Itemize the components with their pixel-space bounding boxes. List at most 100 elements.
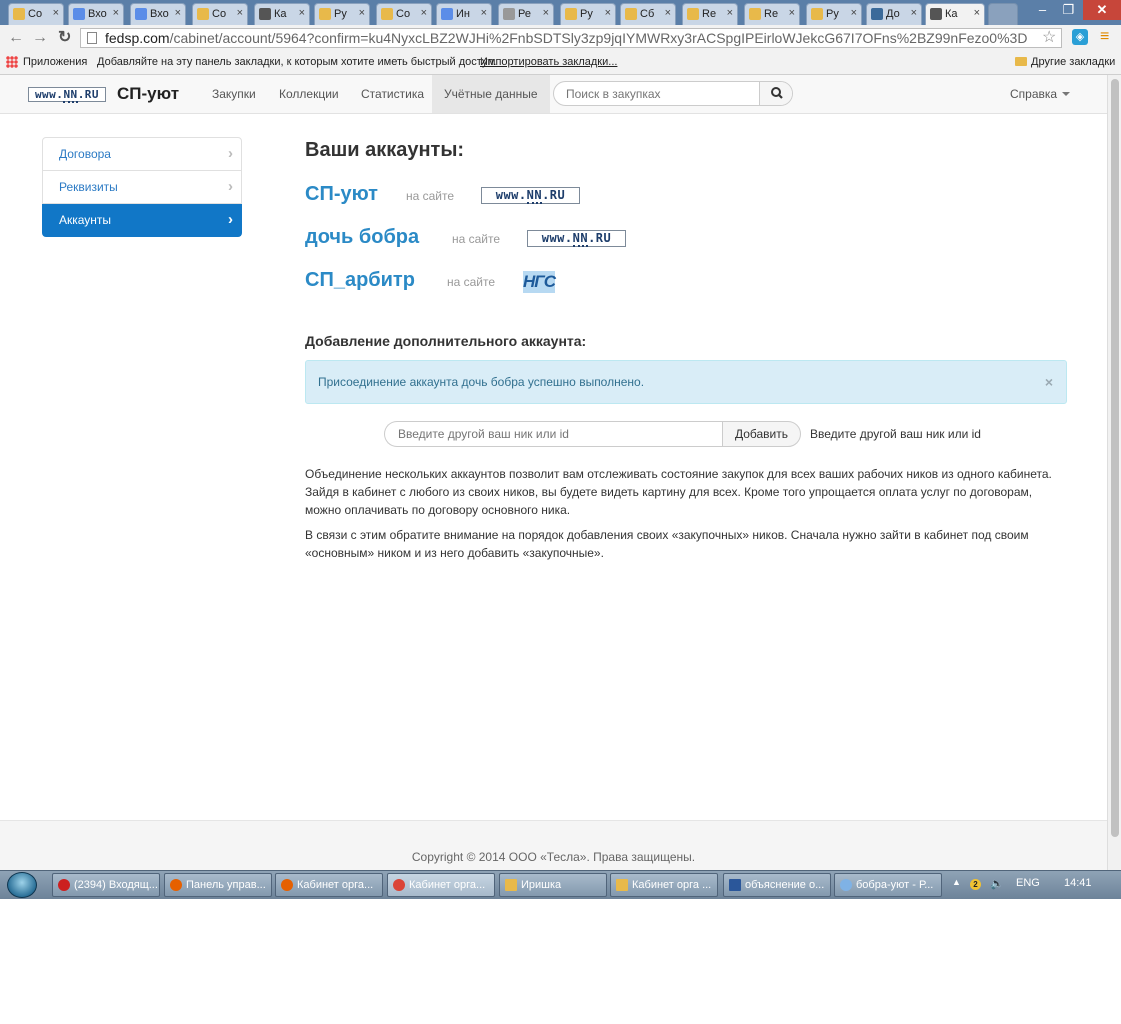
on-site-label: на сайте <box>452 232 501 246</box>
browser-tab[interactable]: Ка × <box>254 3 310 25</box>
nav-collections[interactable]: Коллекции <box>267 75 351 113</box>
taskbar-item-label: (2394) Входящ... <box>74 879 158 891</box>
back-icon[interactable]: ← <box>8 29 24 47</box>
close-tab-icon[interactable]: × <box>53 7 59 19</box>
account-name-link[interactable]: СП-уют <box>305 183 378 206</box>
close-icon[interactable]: × <box>1045 361 1053 403</box>
nav-account-data[interactable]: Учётные данные <box>432 75 550 113</box>
search-input[interactable] <box>554 82 759 105</box>
tray-expand-icon[interactable]: ▲ <box>952 877 961 887</box>
sidebar-item-contracts[interactable]: Договора › <box>42 137 242 171</box>
browser-tab[interactable]: Ре × <box>498 3 554 25</box>
language-indicator[interactable]: ENG <box>1016 877 1040 889</box>
close-tab-icon[interactable]: × <box>911 7 917 19</box>
taskbar-item[interactable]: Панель управ... <box>164 873 272 897</box>
tray-notification[interactable]: 2 <box>970 877 981 890</box>
maximize-button[interactable]: ❐ <box>1056 0 1081 20</box>
url-path: /cabinet/account/5964?confirm=ku4NyxcLBZ… <box>169 30 1028 46</box>
browser-tab[interactable]: Со × <box>192 3 248 25</box>
close-tab-icon[interactable]: × <box>359 7 365 19</box>
browser-tab[interactable]: Сб × <box>620 3 676 25</box>
close-tab-icon[interactable]: × <box>113 7 119 19</box>
browser-tab[interactable]: Со × <box>8 3 64 25</box>
logo-suffix: .RU <box>588 231 612 245</box>
browser-tab[interactable]: До × <box>866 3 922 25</box>
account-name-link[interactable]: СП_арбитр <box>305 269 415 292</box>
close-window-button[interactable]: ✕ <box>1083 0 1121 20</box>
browser-tab[interactable]: Вхо × <box>68 3 124 25</box>
taskbar-item[interactable]: Иришка <box>499 873 607 897</box>
firefox-icon <box>170 879 182 891</box>
browser-tab[interactable]: Ру × <box>314 3 370 25</box>
brand-name[interactable]: СП-уют <box>117 84 179 104</box>
page-scrollbar[interactable] <box>1107 75 1121 870</box>
browser-tab[interactable]: Ин × <box>436 3 492 25</box>
logo-suffix: .RU <box>542 188 566 202</box>
teapot-icon <box>259 8 271 20</box>
close-tab-icon[interactable]: × <box>175 7 181 19</box>
close-tab-icon[interactable]: × <box>421 7 427 19</box>
browser-tab[interactable]: Ру × <box>806 3 862 25</box>
apps-grid-icon[interactable] <box>6 56 18 68</box>
add-button[interactable]: Добавить <box>722 421 801 447</box>
sidebar-item-accounts[interactable]: Аккаунты › <box>42 204 242 237</box>
nickname-input[interactable] <box>384 421 723 447</box>
page-icon <box>687 8 699 20</box>
other-bookmarks[interactable]: Другие закладки <box>1015 56 1115 68</box>
taskbar-item[interactable]: Кабинет орга ... <box>610 873 718 897</box>
close-tab-icon[interactable]: × <box>851 7 857 19</box>
browser-tab[interactable]: Ка × <box>925 3 985 25</box>
browser-tab[interactable]: Со × <box>376 3 432 25</box>
browser-tab[interactable]: Ру × <box>560 3 616 25</box>
extension-icon[interactable]: ◈ <box>1072 29 1088 45</box>
logo-nn: NN <box>63 88 78 103</box>
page-icon <box>625 8 637 20</box>
close-tab-icon[interactable]: × <box>481 7 487 19</box>
new-tab-button[interactable] <box>988 3 1018 25</box>
close-tab-icon[interactable]: × <box>237 7 243 19</box>
taskbar-item[interactable]: объяснение о... <box>723 873 831 897</box>
paint-icon <box>840 879 852 891</box>
taskbar-item[interactable]: бобра-уют - Р... <box>834 873 942 897</box>
clock[interactable]: 14:41 <box>1064 877 1092 889</box>
close-tab-icon[interactable]: × <box>605 7 611 19</box>
tab-title: Ру <box>826 8 839 20</box>
nn-ru-logo[interactable]: www.NN.RU <box>28 87 106 103</box>
help-dropdown[interactable]: Справка <box>1010 75 1071 113</box>
nav-statistics[interactable]: Статистика <box>349 75 436 113</box>
start-button[interactable] <box>7 872 37 898</box>
close-tab-icon[interactable]: × <box>974 7 980 19</box>
scrollbar-thumb[interactable] <box>1111 79 1119 837</box>
taskbar-item[interactable]: Кабинет орга... <box>387 873 495 897</box>
close-tab-icon[interactable]: × <box>665 7 671 19</box>
forward-icon[interactable]: → <box>32 29 48 47</box>
logo-prefix: www. <box>495 188 527 202</box>
close-tab-icon[interactable]: × <box>543 7 549 19</box>
bookmarks-hint: Добавляйте на эту панель закладки, к кот… <box>97 56 497 68</box>
browser-tab[interactable]: Вхо × <box>130 3 186 25</box>
add-hint: Введите другой ваш ник или id <box>810 427 981 441</box>
tab-title: Ре <box>518 8 531 20</box>
browser-tab[interactable]: Re × <box>744 3 800 25</box>
close-tab-icon[interactable]: × <box>727 7 733 19</box>
apps-link[interactable]: Приложения <box>23 56 87 68</box>
address-bar[interactable]: fedsp.com/cabinet/account/5964?confirm=k… <box>80 28 1062 48</box>
search-button[interactable] <box>759 82 792 105</box>
close-tab-icon[interactable]: × <box>299 7 305 19</box>
minimize-button[interactable]: – <box>1030 0 1055 20</box>
close-tab-icon[interactable]: × <box>789 7 795 19</box>
page-icon <box>749 8 761 20</box>
bookmark-star-icon[interactable]: ☆ <box>1042 27 1056 47</box>
browser-menu-icon[interactable]: ≡ <box>1100 28 1109 46</box>
nav-purchases[interactable]: Закупки <box>200 75 268 113</box>
ngs-logo: НГС <box>523 271 556 293</box>
taskbar-item[interactable]: (2394) Входящ... <box>52 873 160 897</box>
folder-icon <box>1015 57 1027 66</box>
import-bookmarks-link[interactable]: Импортировать закладки... <box>480 56 617 68</box>
browser-tab[interactable]: Re × <box>682 3 738 25</box>
sidebar-item-requisites[interactable]: Реквизиты › <box>42 171 242 204</box>
volume-icon[interactable]: 🔈 <box>990 877 1004 890</box>
account-name-link[interactable]: дочь бобра <box>305 226 419 249</box>
taskbar-item[interactable]: Кабинет орга... <box>275 873 383 897</box>
reload-icon[interactable]: ↻ <box>58 29 71 47</box>
